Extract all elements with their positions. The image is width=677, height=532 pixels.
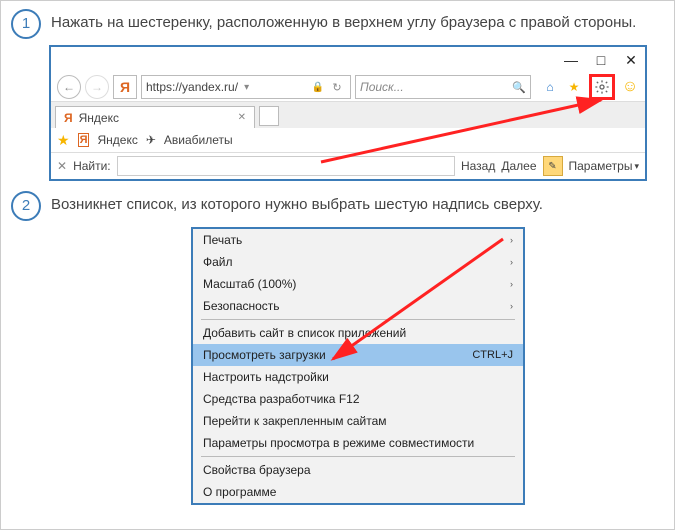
search-placeholder: Поиск... (360, 80, 404, 94)
plane-icon: ✈ (146, 133, 156, 147)
bookmark-avia[interactable]: Авиабилеты (164, 133, 233, 147)
search-input[interactable]: Поиск... 🔍 (355, 75, 531, 99)
tab-strip: Я Яндекс ✕ (51, 102, 645, 128)
find-next-button[interactable]: Далее (501, 159, 536, 173)
tab-close-icon[interactable]: ✕ (238, 112, 246, 123)
menu-separator (201, 319, 515, 320)
lock-icon: ▾ (244, 82, 249, 93)
find-params-button[interactable]: Параметры ▾ (569, 159, 640, 173)
padlock-icon: 🔒 (312, 82, 324, 93)
url-text: https://yandex.ru/ (146, 80, 238, 94)
browser-screenshot: — □ ✕ ← → Я https://yandex.ru/ ▾ 🔒 ↻ Пои… (49, 45, 647, 181)
menu-downloads-shortcut: CTRL+J (472, 349, 513, 361)
minimize-icon[interactable]: — (563, 52, 579, 68)
step-1: 1 Нажать на шестеренку, расположенную в … (11, 9, 664, 39)
forward-icon[interactable]: → (85, 75, 109, 99)
menu-zoom[interactable]: Масштаб (100%)› (193, 273, 523, 295)
menu-security[interactable]: Безопасность› (193, 295, 523, 317)
bookmark-yandex-icon: Я (78, 133, 90, 147)
menu-file[interactable]: Файл› (193, 251, 523, 273)
step-1-number: 1 (11, 9, 41, 39)
menu-print[interactable]: Печать› (193, 229, 523, 251)
step-1-text: Нажать на шестеренку, расположенную в ве… (51, 9, 636, 33)
menu-addons[interactable]: Настроить надстройки (193, 366, 523, 388)
favorites-icon[interactable]: ★ (565, 78, 583, 96)
menu-props[interactable]: Свойства браузера (193, 459, 523, 481)
find-back-button[interactable]: Назад (461, 159, 495, 173)
chevron-right-icon: › (510, 235, 513, 245)
gear-icon (594, 79, 610, 95)
back-icon[interactable]: ← (57, 75, 81, 99)
tab-favicon: Я (64, 111, 73, 125)
home-icon[interactable]: ⌂ (541, 78, 559, 96)
chevron-right-icon: › (510, 301, 513, 311)
find-label: Найти: (73, 159, 111, 173)
find-input[interactable] (117, 156, 455, 176)
highlight-icon[interactable]: ✎ (543, 156, 563, 176)
menu-compat[interactable]: Параметры просмотра в режиме совместимос… (193, 432, 523, 454)
menu-about[interactable]: О программе (193, 481, 523, 503)
find-bar: ✕ Найти: Назад Далее ✎ Параметры ▾ (51, 153, 645, 179)
search-icon[interactable]: 🔍 (512, 81, 526, 94)
smiley-icon[interactable]: ☺ (621, 78, 639, 96)
settings-gear-highlighted[interactable] (589, 74, 615, 100)
maximize-icon[interactable]: □ (593, 52, 609, 68)
step-2: 2 Возникнет список, из которого нужно вы… (11, 191, 664, 221)
close-icon[interactable]: ✕ (623, 52, 639, 69)
bookmarks-bar: ★ Я Яндекс ✈ Авиабилеты (51, 128, 645, 153)
window-controls: — □ ✕ (51, 47, 645, 73)
yandex-logo-icon[interactable]: Я (113, 75, 137, 99)
address-bar: ← → Я https://yandex.ru/ ▾ 🔒 ↻ Поиск... … (51, 73, 645, 102)
chevron-down-icon: ▾ (634, 161, 639, 172)
chevron-right-icon: › (510, 257, 513, 267)
menu-pinned[interactable]: Перейти к закрепленным сайтам (193, 410, 523, 432)
menu-downloads[interactable]: Просмотреть загрузки CTRL+J (193, 344, 523, 366)
find-close-icon[interactable]: ✕ (57, 159, 67, 173)
step-2-number: 2 (11, 191, 41, 221)
menu-separator (201, 456, 515, 457)
menu-add-site[interactable]: Добавить сайт в список приложений (193, 322, 523, 344)
tab-yandex[interactable]: Я Яндекс ✕ (55, 106, 255, 128)
step-2-text: Возникнет список, из которого нужно выбр… (51, 191, 543, 215)
new-tab-button[interactable] (259, 106, 279, 126)
menu-f12[interactable]: Средства разработчика F12 (193, 388, 523, 410)
settings-menu: Печать› Файл› Масштаб (100%)› Безопаснос… (191, 227, 525, 505)
star-icon[interactable]: ★ (57, 132, 70, 149)
tab-title: Яндекс (79, 111, 119, 125)
url-input[interactable]: https://yandex.ru/ ▾ 🔒 ↻ (141, 75, 351, 99)
bookmark-yandex[interactable]: Яндекс (97, 133, 137, 147)
refresh-icon[interactable]: ↻ (328, 78, 346, 96)
chevron-right-icon: › (510, 279, 513, 289)
